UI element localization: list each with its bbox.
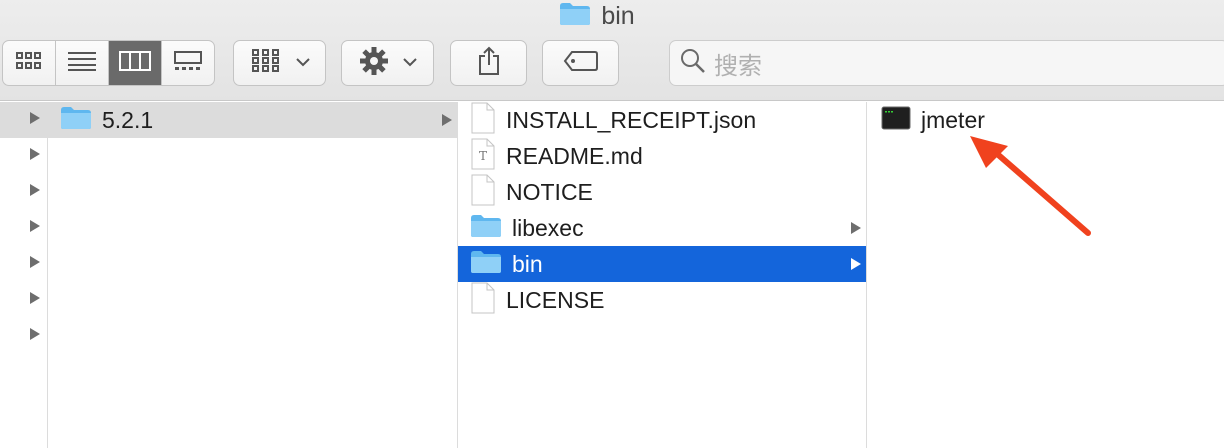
- chevron-down-icon: [402, 54, 417, 72]
- view-mode-control: [2, 40, 215, 86]
- item-label: bin: [512, 250, 543, 277]
- list-item[interactable]: [0, 174, 47, 210]
- window-title: bin: [601, 1, 635, 30]
- gallery-icon: [173, 50, 203, 77]
- group-by-button[interactable]: [233, 40, 326, 86]
- action-menu-button[interactable]: [341, 40, 434, 86]
- disclosure-arrow-icon: [29, 255, 41, 274]
- folder-row-libexec[interactable]: libexec: [458, 210, 866, 246]
- item-label: README.md: [506, 142, 643, 169]
- item-label: INSTALL_RECEIPT.json: [506, 106, 757, 133]
- item-label: 5.2.1: [102, 106, 154, 133]
- list-icon: [67, 50, 97, 77]
- list-item[interactable]: [0, 102, 47, 138]
- browser-column-2: 5.2.1: [48, 102, 458, 448]
- disclosure-arrow-icon: [850, 257, 862, 276]
- folder-row-5-2-1[interactable]: 5.2.1: [48, 102, 457, 138]
- finder-toolbar: bin 搜索: [0, 0, 1224, 101]
- disclosure-arrow-icon: [29, 291, 41, 310]
- list-item[interactable]: [0, 282, 47, 318]
- search-field[interactable]: 搜索: [669, 40, 1224, 86]
- document-icon: [470, 174, 496, 211]
- disclosure-arrow-icon: [850, 221, 862, 240]
- terminal-executable-icon: [881, 106, 911, 135]
- columns-icon: [119, 50, 151, 77]
- chevron-down-icon: [295, 54, 310, 72]
- list-item[interactable]: [0, 210, 47, 246]
- search-icon: [680, 48, 706, 79]
- list-item[interactable]: [0, 138, 47, 174]
- folder-icon: [470, 250, 502, 279]
- disclosure-arrow-icon: [441, 113, 453, 132]
- tag-icon: [563, 50, 599, 77]
- share-button[interactable]: [450, 40, 527, 86]
- browser-column-3: INSTALL_RECEIPT.json T README.md NOTICE …: [458, 102, 867, 448]
- list-item[interactable]: [0, 318, 47, 354]
- item-label: libexec: [512, 214, 584, 241]
- list-item[interactable]: [0, 246, 47, 282]
- folder-icon: [60, 106, 92, 135]
- disclosure-arrow-icon: [29, 327, 41, 346]
- icon-view-button[interactable]: [3, 41, 56, 85]
- grid-icon: [15, 51, 43, 76]
- browser-column-4: jmeter: [867, 102, 1224, 448]
- group-grid-icon: [250, 48, 282, 79]
- disclosure-arrow-icon: [29, 111, 41, 130]
- document-icon: [470, 282, 496, 319]
- file-row-jmeter[interactable]: jmeter: [867, 102, 1224, 138]
- browser-column-1: [0, 102, 48, 448]
- file-row-readme[interactable]: T README.md: [458, 138, 866, 174]
- column-view-button[interactable]: [109, 41, 162, 85]
- text-document-icon: T: [470, 138, 496, 175]
- list-view-button[interactable]: [56, 41, 109, 85]
- file-row-notice[interactable]: NOTICE: [458, 174, 866, 210]
- item-label: LICENSE: [506, 286, 605, 313]
- edit-tags-button[interactable]: [542, 40, 619, 86]
- disclosure-arrow-icon: [29, 147, 41, 166]
- folder-icon: [470, 214, 502, 243]
- item-label: jmeter: [921, 106, 985, 133]
- share-icon: [477, 46, 501, 81]
- folder-icon: [559, 2, 591, 31]
- file-row-install-receipt[interactable]: INSTALL_RECEIPT.json: [458, 102, 866, 138]
- svg-text:T: T: [479, 149, 487, 163]
- search-placeholder: 搜索: [714, 52, 762, 80]
- file-row-license[interactable]: LICENSE: [458, 282, 866, 318]
- document-icon: [470, 102, 496, 139]
- disclosure-arrow-icon: [29, 183, 41, 202]
- disclosure-arrow-icon: [29, 219, 41, 238]
- title-bar: bin: [0, 1, 1224, 31]
- folder-row-bin[interactable]: bin: [458, 246, 866, 282]
- gallery-view-button[interactable]: [162, 41, 214, 85]
- gear-icon: [359, 46, 389, 81]
- item-label: NOTICE: [506, 178, 593, 205]
